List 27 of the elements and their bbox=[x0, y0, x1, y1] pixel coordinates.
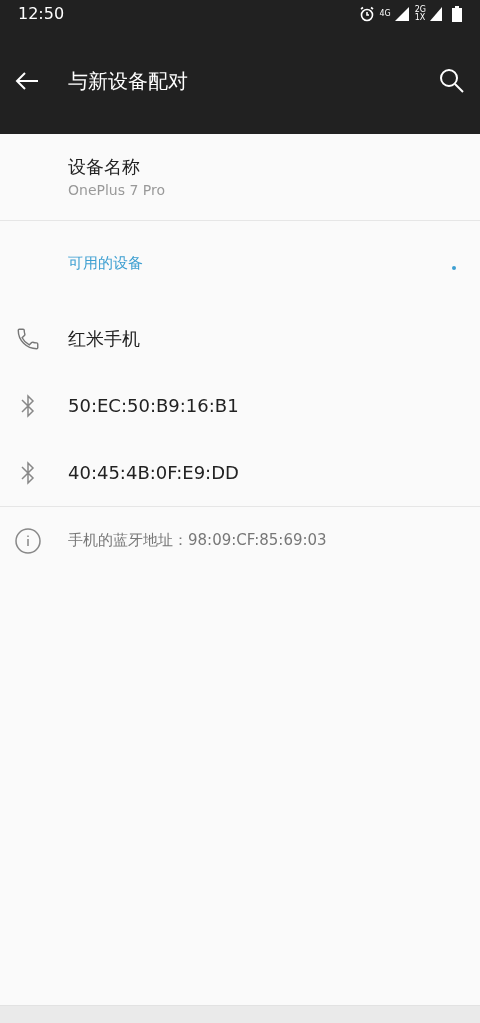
device-name-item[interactable]: 设备名称 OnePlus 7 Pro bbox=[0, 134, 480, 221]
bluetooth-address-text: 手机的蓝牙地址：98:09:CF:85:69:03 bbox=[68, 530, 327, 552]
device-name: 50:EC:50:B9:16:B1 bbox=[68, 394, 239, 418]
loading-indicator-icon bbox=[452, 266, 456, 270]
device-name: 40:45:4B:0F:E9:DD bbox=[68, 461, 239, 485]
device-item[interactable]: 40:45:4B:0F:E9:DD bbox=[0, 439, 480, 506]
device-name: 红米手机 bbox=[68, 327, 140, 351]
setting-value: OnePlus 7 Pro bbox=[68, 181, 167, 200]
device-item[interactable]: 50:EC:50:B9:16:B1 bbox=[0, 372, 480, 439]
device-item[interactable]: 红米手机 bbox=[0, 305, 480, 372]
status-time: 12:50 bbox=[18, 3, 65, 25]
network-label: 1X bbox=[414, 14, 426, 22]
network-label: 4G bbox=[379, 10, 391, 18]
network-label: 2G bbox=[414, 6, 426, 14]
bluetooth-icon bbox=[20, 458, 36, 487]
bluetooth-icon bbox=[20, 391, 36, 420]
section-header: 可用的设备 bbox=[68, 252, 144, 274]
alarm-icon bbox=[359, 6, 376, 22]
back-arrow-icon bbox=[15, 71, 39, 91]
signal-icon bbox=[394, 7, 409, 21]
search-button[interactable] bbox=[438, 67, 466, 95]
toolbar-title: 与新设备配对 bbox=[68, 68, 189, 95]
info-icon bbox=[15, 527, 41, 554]
search-icon bbox=[438, 67, 466, 95]
setting-label: 设备名称 bbox=[68, 155, 141, 179]
signal-icon bbox=[430, 7, 442, 21]
battery-icon bbox=[452, 6, 462, 22]
